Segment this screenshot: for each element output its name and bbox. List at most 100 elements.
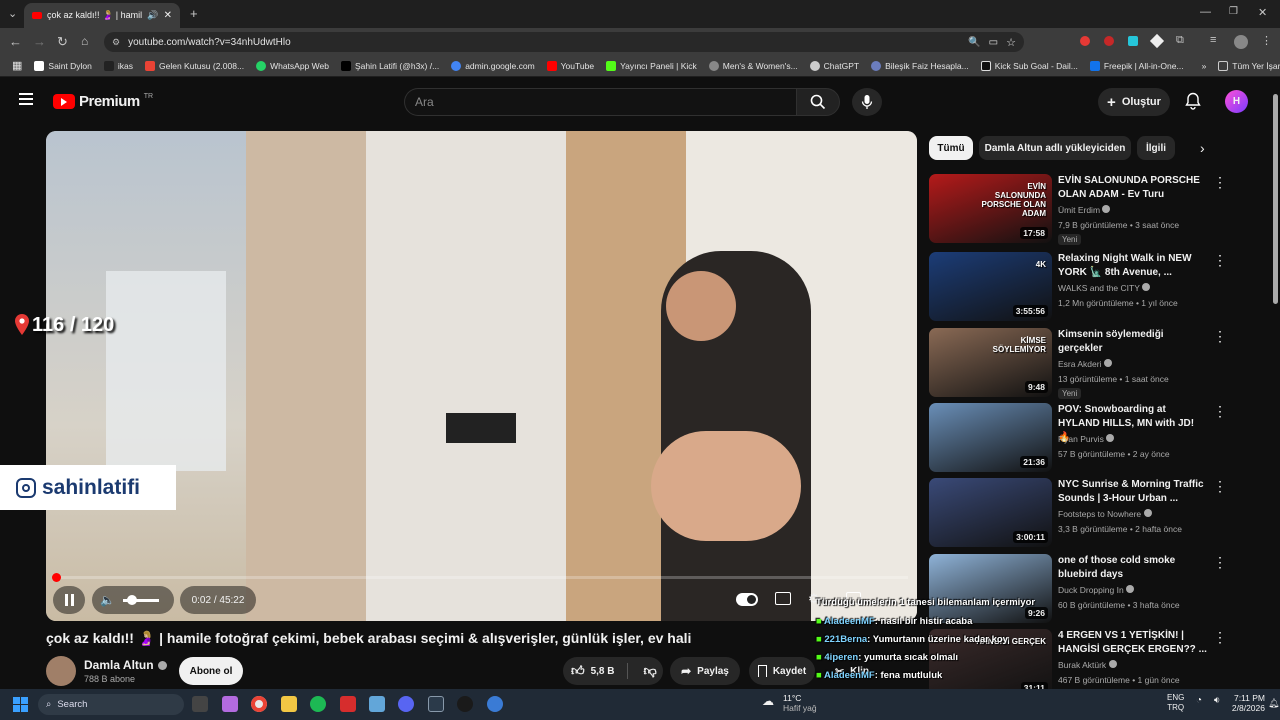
home-icon[interactable]: ⌂ <box>81 34 88 48</box>
bookmark-item[interactable]: admin.google.com <box>445 60 540 71</box>
clock[interactable]: 7:11 PM 2/8/2026 <box>1227 693 1265 713</box>
apps-icon[interactable]: ▦ <box>6 59 28 72</box>
recommendation-card[interactable]: 3:00:11 NYC Sunrise & Morning Traffic Sou… <box>929 478 1259 548</box>
maximize-icon[interactable]: ❐ <box>1229 6 1238 17</box>
dislike-button[interactable]: 👎︎ <box>634 663 657 679</box>
bookmark-item[interactable]: ChatGPT <box>804 60 865 71</box>
create-button[interactable]: + Oluştur <box>1098 88 1170 116</box>
like-button[interactable]: 👍︎ 5,8 B <box>571 663 628 679</box>
channel-name[interactable]: Damla Altun <box>84 658 167 672</box>
chip-all[interactable]: Tümü <box>929 136 973 160</box>
volume-icon[interactable]: 🔈 <box>100 593 115 607</box>
chrome-icon[interactable] <box>251 696 267 712</box>
copilot-icon[interactable] <box>222 696 238 712</box>
recommendation-title[interactable]: Relaxing Night Walk in NEW YORK 🗽 8th Av… <box>1058 252 1208 280</box>
bookmark-item[interactable]: Yayıncı Paneli | Kick <box>600 60 703 71</box>
video-player[interactable] <box>46 131 917 621</box>
video-thumbnail[interactable]: 21:36 <box>929 403 1052 472</box>
bookmark-item[interactable]: Saint Dylon <box>28 60 97 71</box>
bookmark-star-icon[interactable]: ☆ <box>1006 36 1016 49</box>
subtitles-icon[interactable] <box>775 592 791 605</box>
video-thumbnail[interactable]: 3:00:11 <box>929 478 1052 547</box>
recommendation-channel[interactable]: Esra Akderi <box>1058 359 1112 369</box>
recommendation-title[interactable]: Kimsenin söylemediği gerçekler <box>1058 328 1208 356</box>
recommendation-card[interactable]: EVİN SALONUNDA PORSCHE OLAN ADAM 17:58 EVİ… <box>929 174 1259 245</box>
chip-from-uploader[interactable]: Damla Altun adlı yükleyiciden <box>979 136 1131 160</box>
account-avatar[interactable]: H <box>1225 90 1248 113</box>
recommendation-channel[interactable]: WALKS and the CITY <box>1058 283 1151 293</box>
weather-widget[interactable]: 11°C Hafif yağ <box>783 693 817 713</box>
zoom-icon[interactable]: 🔍 <box>968 37 980 48</box>
recommendation-card[interactable]: KİMSE SÖYLEMİYOR 9:48 Kimsenin söylemediği… <box>929 328 1259 399</box>
search-button[interactable] <box>796 88 840 116</box>
browser-menu-icon[interactable]: ⋮ <box>1261 34 1272 47</box>
bookmark-item[interactable]: YouTube <box>541 60 600 71</box>
audio-icon[interactable]: 🔊 <box>147 10 158 21</box>
language-indicator[interactable]: ENG TRQ <box>1167 693 1184 713</box>
tab-search-icon[interactable]: ⌄ <box>8 7 17 20</box>
chevron-right-icon[interactable]: › <box>1200 140 1205 156</box>
more-options-icon[interactable]: ⋮ <box>1213 252 1227 269</box>
chip-related[interactable]: İlgili <box>1137 136 1175 160</box>
file-explorer-icon[interactable] <box>281 696 297 712</box>
recommendation-card[interactable]: 21:36 POV: Snowboarding at HYLAND HILLS, … <box>929 403 1259 473</box>
taskbar-search[interactable]: ⌕ Search <box>38 694 184 715</box>
bookmark-item[interactable]: Kick Sub Goal - Dail... <box>975 60 1084 71</box>
more-options-icon[interactable]: ⋮ <box>1213 174 1227 191</box>
extension-icon[interactable] <box>1128 36 1138 46</box>
recommendation-title[interactable]: NYC Sunrise & Morning Traffic Sounds | 3… <box>1058 478 1208 506</box>
windows-start-icon[interactable] <box>13 697 28 712</box>
app-icon[interactable] <box>457 696 473 712</box>
voice-search-button[interactable] <box>852 88 882 116</box>
weather-icon[interactable]: ☁ <box>762 694 774 708</box>
bookmark-item[interactable]: Şahin Latifi (@h3x) /... <box>335 60 445 71</box>
page-scrollbar[interactable] <box>1271 80 1280 688</box>
profile-avatar[interactable] <box>1234 35 1248 49</box>
cast-icon[interactable]: ▭ <box>989 37 998 48</box>
recommendation-channel[interactable]: Duck Dropping In <box>1058 585 1135 595</box>
channel-avatar[interactable] <box>46 656 76 686</box>
autoplay-toggle[interactable] <box>736 593 758 606</box>
more-options-icon[interactable]: ⋮ <box>1213 554 1227 571</box>
recommendation-channel[interactable]: Burak Aktürk <box>1058 660 1117 670</box>
bookmark-item[interactable]: ikas <box>98 60 139 71</box>
progress-scrubber[interactable] <box>52 573 61 582</box>
task-view-icon[interactable] <box>192 696 208 712</box>
notifications-icon[interactable]: 🔔︎ <box>1268 698 1279 709</box>
recommendation-channel[interactable]: Ümit Erdim <box>1058 205 1111 215</box>
more-options-icon[interactable]: ⋮ <box>1213 403 1227 420</box>
more-options-icon[interactable]: ⋮ <box>1213 478 1227 495</box>
speaker-icon[interactable]: 🔉︎ <box>1214 695 1220 706</box>
site-info-icon[interactable]: ⚙ <box>112 37 120 48</box>
all-bookmarks-folder[interactable]: Tüm Yer İşaretleri <box>1212 60 1280 71</box>
video-thumbnail[interactable]: 9:26 <box>929 554 1052 623</box>
notifications-bell-icon[interactable] <box>1185 92 1201 115</box>
bookmark-item[interactable]: Men's & Women's... <box>703 60 804 71</box>
recommendation-card[interactable]: 4K 3:55:56 Relaxing Night Walk in NEW YORK… <box>929 252 1259 322</box>
video-thumbnail[interactable]: 4K 3:55:56 <box>929 252 1052 321</box>
extensions-puzzle-icon[interactable]: ⧉ <box>1176 34 1184 47</box>
volume-slider[interactable] <box>122 594 159 605</box>
recommendation-title[interactable]: one of those cold smoke bluebird days <box>1058 554 1208 582</box>
recommendation-title[interactable]: 4 ERGEN VS 1 YETİŞKİN! | HANGİSİ GERÇEK … <box>1058 629 1208 657</box>
discord-icon[interactable] <box>398 696 414 712</box>
pause-button[interactable] <box>53 586 85 614</box>
extension-icon[interactable] <box>1104 36 1114 46</box>
close-window-icon[interactable]: ✕ <box>1258 6 1267 19</box>
video-thumbnail[interactable]: EVİN SALONUNDA PORSCHE OLAN ADAM 17:58 <box>929 174 1052 243</box>
bookmark-item[interactable]: Bileşik Faiz Hesapla... <box>865 60 975 71</box>
bookmark-item[interactable]: Freepik | All-in-One... <box>1084 60 1190 71</box>
search-input[interactable]: Ara <box>404 88 796 116</box>
back-icon[interactable]: ← <box>9 34 22 49</box>
bookmark-item[interactable]: WhatsApp Web <box>250 60 335 71</box>
share-button[interactable]: ➦ Paylaş <box>670 657 740 685</box>
new-tab-icon[interactable]: + <box>190 6 198 21</box>
recommendation-card[interactable]: 9:26 one of those cold smoke bluebird day… <box>929 554 1259 624</box>
more-options-icon[interactable]: ⋮ <box>1213 629 1227 646</box>
extension-icon[interactable] <box>1080 36 1090 46</box>
youtube-premium-logo[interactable]: Premium TR <box>53 93 153 110</box>
hamburger-menu-icon[interactable] <box>19 93 33 105</box>
reading-list-icon[interactable]: ≡ <box>1210 34 1216 46</box>
app-icon[interactable] <box>369 696 385 712</box>
app-icon[interactable] <box>487 696 503 712</box>
